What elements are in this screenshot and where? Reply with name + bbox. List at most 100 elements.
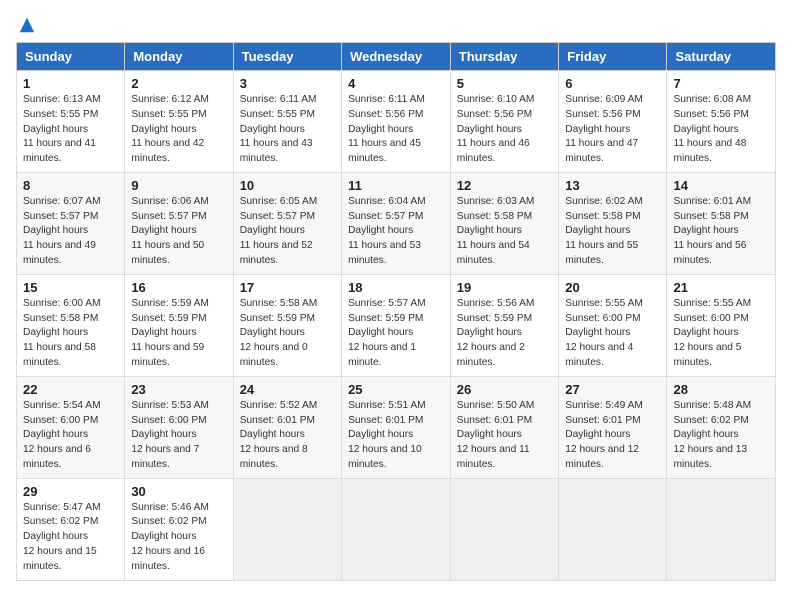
calendar: SundayMondayTuesdayWednesdayThursdayFrid… bbox=[16, 42, 776, 581]
day-info: Sunrise: 5:54 AMSunset: 6:00 PMDaylight … bbox=[23, 400, 101, 470]
day-info: Sunrise: 5:48 AMSunset: 6:02 PMDaylight … bbox=[673, 400, 751, 470]
calendar-cell: 3 Sunrise: 6:11 AMSunset: 5:55 PMDaylight… bbox=[233, 71, 341, 173]
calendar-cell: 26 Sunrise: 5:50 AMSunset: 6:01 PMDayligh… bbox=[450, 376, 559, 478]
day-info: Sunrise: 6:11 AMSunset: 5:55 PMDaylight … bbox=[240, 94, 317, 164]
col-header-thursday: Thursday bbox=[450, 43, 559, 71]
day-number: 23 bbox=[131, 382, 226, 397]
day-info: Sunrise: 6:12 AMSunset: 5:55 PMDaylight … bbox=[131, 94, 209, 164]
calendar-cell: 13Sunrise: 6:02 AMSunset: 5:58 PMDayligh… bbox=[559, 172, 667, 274]
day-number: 15 bbox=[23, 280, 118, 295]
calendar-cell: 5Sunrise: 6:10 AMSunset: 5:56 PMDaylight… bbox=[450, 71, 559, 173]
day-number: 3 bbox=[240, 76, 335, 91]
day-info: Sunrise: 6:04 AMSunset: 5:57 PMDaylight … bbox=[348, 196, 426, 266]
col-header-friday: Friday bbox=[559, 43, 667, 71]
calendar-cell: 23 Sunrise: 5:53 AMSunset: 6:00 PMDayligh… bbox=[125, 376, 233, 478]
day-info: Sunrise: 6:11 AMSunset: 5:56 PMDaylight … bbox=[348, 94, 425, 164]
calendar-cell: 8 Sunrise: 6:07 AMSunset: 5:57 PMDaylight… bbox=[17, 172, 125, 274]
calendar-cell: 4 Sunrise: 6:11 AMSunset: 5:56 PMDaylight… bbox=[342, 71, 451, 173]
calendar-cell bbox=[667, 478, 776, 580]
day-number: 29 bbox=[23, 484, 118, 499]
calendar-week-3: 15Sunrise: 6:00 AMSunset: 5:58 PMDayligh… bbox=[17, 274, 776, 376]
day-number: 7 bbox=[673, 76, 769, 91]
day-number: 16 bbox=[131, 280, 226, 295]
calendar-cell bbox=[450, 478, 559, 580]
logo-icon bbox=[18, 16, 36, 34]
day-info: Sunrise: 5:46 AMSunset: 6:02 PMDaylight … bbox=[131, 502, 209, 572]
calendar-cell: 18 Sunrise: 5:57 AMSunset: 5:59 PMDayligh… bbox=[342, 274, 451, 376]
calendar-cell: 12Sunrise: 6:03 AMSunset: 5:58 PMDayligh… bbox=[450, 172, 559, 274]
calendar-cell: 1 Sunrise: 6:13 AMSunset: 5:55 PMDaylight… bbox=[17, 71, 125, 173]
calendar-cell: 16 Sunrise: 5:59 AMSunset: 5:59 PMDayligh… bbox=[125, 274, 233, 376]
col-header-tuesday: Tuesday bbox=[233, 43, 341, 71]
day-number: 18 bbox=[348, 280, 444, 295]
day-number: 26 bbox=[457, 382, 553, 397]
day-number: 24 bbox=[240, 382, 335, 397]
calendar-cell: 6 Sunrise: 6:09 AMSunset: 5:56 PMDaylight… bbox=[559, 71, 667, 173]
day-info: Sunrise: 6:01 AMSunset: 5:58 PMDaylight … bbox=[673, 196, 751, 266]
day-info: Sunrise: 6:05 AMSunset: 5:57 PMDaylight … bbox=[240, 196, 318, 266]
calendar-cell: 28 Sunrise: 5:48 AMSunset: 6:02 PMDayligh… bbox=[667, 376, 776, 478]
day-info: Sunrise: 5:55 AMSunset: 6:00 PMDaylight … bbox=[673, 298, 751, 368]
calendar-cell: 9Sunrise: 6:06 AMSunset: 5:57 PMDaylight… bbox=[125, 172, 233, 274]
day-number: 11 bbox=[348, 178, 444, 193]
calendar-week-2: 8 Sunrise: 6:07 AMSunset: 5:57 PMDaylight… bbox=[17, 172, 776, 274]
calendar-cell: 15Sunrise: 6:00 AMSunset: 5:58 PMDayligh… bbox=[17, 274, 125, 376]
day-number: 27 bbox=[565, 382, 660, 397]
calendar-cell: 10 Sunrise: 6:05 AMSunset: 5:57 PMDayligh… bbox=[233, 172, 341, 274]
calendar-cell: 25 Sunrise: 5:51 AMSunset: 6:01 PMDayligh… bbox=[342, 376, 451, 478]
day-number: 19 bbox=[457, 280, 553, 295]
day-info: Sunrise: 5:50 AMSunset: 6:01 PMDaylight … bbox=[457, 400, 535, 470]
day-number: 9 bbox=[131, 178, 226, 193]
calendar-cell: 30 Sunrise: 5:46 AMSunset: 6:02 PMDayligh… bbox=[125, 478, 233, 580]
day-number: 17 bbox=[240, 280, 335, 295]
calendar-cell bbox=[233, 478, 341, 580]
calendar-header-row: SundayMondayTuesdayWednesdayThursdayFrid… bbox=[17, 43, 776, 71]
calendar-cell: 20 Sunrise: 5:55 AMSunset: 6:00 PMDayligh… bbox=[559, 274, 667, 376]
calendar-cell: 21 Sunrise: 5:55 AMSunset: 6:00 PMDayligh… bbox=[667, 274, 776, 376]
day-info: Sunrise: 5:47 AMSunset: 6:02 PMDaylight … bbox=[23, 502, 101, 572]
day-info: Sunrise: 6:07 AMSunset: 5:57 PMDaylight … bbox=[23, 196, 101, 266]
calendar-cell: 27 Sunrise: 5:49 AMSunset: 6:01 PMDayligh… bbox=[559, 376, 667, 478]
day-number: 25 bbox=[348, 382, 444, 397]
day-number: 28 bbox=[673, 382, 769, 397]
day-number: 5 bbox=[457, 76, 553, 91]
day-info: Sunrise: 6:03 AMSunset: 5:58 PMDaylight … bbox=[457, 196, 535, 266]
calendar-cell: 14 Sunrise: 6:01 AMSunset: 5:58 PMDayligh… bbox=[667, 172, 776, 274]
day-number: 8 bbox=[23, 178, 118, 193]
calendar-cell bbox=[559, 478, 667, 580]
day-info: Sunrise: 5:51 AMSunset: 6:01 PMDaylight … bbox=[348, 400, 426, 470]
calendar-cell bbox=[342, 478, 451, 580]
col-header-sunday: Sunday bbox=[17, 43, 125, 71]
day-number: 1 bbox=[23, 76, 118, 91]
col-header-saturday: Saturday bbox=[667, 43, 776, 71]
calendar-cell: 2 Sunrise: 6:12 AMSunset: 5:55 PMDaylight… bbox=[125, 71, 233, 173]
day-number: 2 bbox=[131, 76, 226, 91]
day-number: 10 bbox=[240, 178, 335, 193]
day-info: Sunrise: 5:58 AMSunset: 5:59 PMDaylight … bbox=[240, 298, 318, 368]
col-header-wednesday: Wednesday bbox=[342, 43, 451, 71]
calendar-cell: 29 Sunrise: 5:47 AMSunset: 6:02 PMDayligh… bbox=[17, 478, 125, 580]
day-info: Sunrise: 5:57 AMSunset: 5:59 PMDaylight … bbox=[348, 298, 426, 368]
day-info: Sunrise: 5:59 AMSunset: 5:59 PMDaylight … bbox=[131, 298, 209, 368]
calendar-cell: 22Sunrise: 5:54 AMSunset: 6:00 PMDayligh… bbox=[17, 376, 125, 478]
day-info: Sunrise: 6:09 AMSunset: 5:56 PMDaylight … bbox=[565, 94, 643, 164]
day-info: Sunrise: 6:13 AMSunset: 5:55 PMDaylight … bbox=[23, 94, 101, 164]
calendar-cell: 11 Sunrise: 6:04 AMSunset: 5:57 PMDayligh… bbox=[342, 172, 451, 274]
day-info: Sunrise: 5:53 AMSunset: 6:00 PMDaylight … bbox=[131, 400, 209, 470]
day-number: 4 bbox=[348, 76, 444, 91]
calendar-cell: 19 Sunrise: 5:56 AMSunset: 5:59 PMDayligh… bbox=[450, 274, 559, 376]
day-info: Sunrise: 5:56 AMSunset: 5:59 PMDaylight … bbox=[457, 298, 535, 368]
calendar-cell: 24Sunrise: 5:52 AMSunset: 6:01 PMDayligh… bbox=[233, 376, 341, 478]
day-number: 14 bbox=[673, 178, 769, 193]
day-info: Sunrise: 6:02 AMSunset: 5:58 PMDaylight … bbox=[565, 196, 643, 266]
day-info: Sunrise: 5:49 AMSunset: 6:01 PMDaylight … bbox=[565, 400, 643, 470]
day-number: 30 bbox=[131, 484, 226, 499]
day-number: 21 bbox=[673, 280, 769, 295]
col-header-monday: Monday bbox=[125, 43, 233, 71]
calendar-week-5: 29 Sunrise: 5:47 AMSunset: 6:02 PMDayligh… bbox=[17, 478, 776, 580]
day-info: Sunrise: 5:55 AMSunset: 6:00 PMDaylight … bbox=[565, 298, 643, 368]
calendar-week-4: 22Sunrise: 5:54 AMSunset: 6:00 PMDayligh… bbox=[17, 376, 776, 478]
day-number: 6 bbox=[565, 76, 660, 91]
calendar-week-1: 1 Sunrise: 6:13 AMSunset: 5:55 PMDaylight… bbox=[17, 71, 776, 173]
day-number: 20 bbox=[565, 280, 660, 295]
